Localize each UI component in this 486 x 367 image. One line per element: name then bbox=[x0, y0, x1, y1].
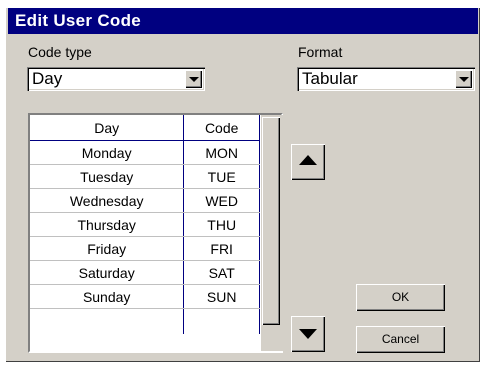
table-header-row: Day Code bbox=[30, 115, 260, 141]
day-cell[interactable]: Thursday bbox=[30, 212, 185, 237]
code-cell[interactable]: THU bbox=[183, 212, 260, 237]
chevron-down-icon[interactable] bbox=[455, 70, 472, 88]
day-cell[interactable] bbox=[30, 308, 185, 334]
day-cell[interactable]: Wednesday bbox=[30, 188, 185, 213]
table-row[interactable]: Tuesday TUE bbox=[30, 164, 260, 189]
ok-button[interactable]: OK bbox=[356, 284, 445, 311]
code-type-value: Day bbox=[32, 69, 63, 88]
code-cell[interactable] bbox=[183, 308, 260, 334]
code-cell[interactable]: WED bbox=[183, 188, 260, 213]
window-title: Edit User Code bbox=[8, 8, 478, 34]
code-cell[interactable]: SUN bbox=[183, 284, 260, 309]
grid-scrollbar[interactable] bbox=[261, 115, 283, 351]
code-cell[interactable]: TUE bbox=[183, 164, 260, 189]
chevron-down-icon[interactable] bbox=[185, 70, 202, 88]
day-cell[interactable]: Saturday bbox=[30, 260, 185, 285]
table-row[interactable]: Monday MON bbox=[30, 140, 260, 165]
format-select[interactable]: Tabular bbox=[297, 67, 475, 91]
code-table: Day Code Monday MON Tuesday TUE Wednesda… bbox=[30, 115, 260, 334]
table-row[interactable]: Saturday SAT bbox=[30, 260, 260, 285]
code-cell[interactable]: MON bbox=[183, 140, 260, 165]
move-up-button[interactable] bbox=[291, 144, 325, 180]
table-row[interactable]: Sunday SUN bbox=[30, 284, 260, 309]
code-type-label: Code type bbox=[28, 44, 92, 60]
table-row[interactable]: Friday FRI bbox=[30, 236, 260, 261]
column-header-code[interactable]: Code bbox=[183, 115, 260, 141]
scrollbar-thumb[interactable] bbox=[262, 117, 280, 325]
table-row[interactable]: Wednesday WED bbox=[30, 188, 260, 213]
code-type-select[interactable]: Day bbox=[27, 67, 205, 91]
day-cell[interactable]: Sunday bbox=[30, 284, 185, 309]
format-label: Format bbox=[298, 44, 343, 60]
table-row-empty[interactable] bbox=[30, 308, 260, 334]
column-header-day[interactable]: Day bbox=[30, 115, 185, 141]
table-row[interactable]: Thursday THU bbox=[30, 212, 260, 237]
code-cell[interactable]: FRI bbox=[183, 236, 260, 261]
day-cell[interactable]: Friday bbox=[30, 236, 185, 261]
day-cell[interactable]: Tuesday bbox=[30, 164, 185, 189]
user-code-grid: Day Code Monday MON Tuesday TUE Wednesda… bbox=[28, 113, 283, 353]
code-cell[interactable]: SAT bbox=[183, 260, 260, 285]
cancel-button[interactable]: Cancel bbox=[356, 326, 445, 353]
day-cell[interactable]: Monday bbox=[30, 140, 185, 165]
move-down-button[interactable] bbox=[291, 316, 325, 352]
format-value: Tabular bbox=[302, 69, 358, 88]
